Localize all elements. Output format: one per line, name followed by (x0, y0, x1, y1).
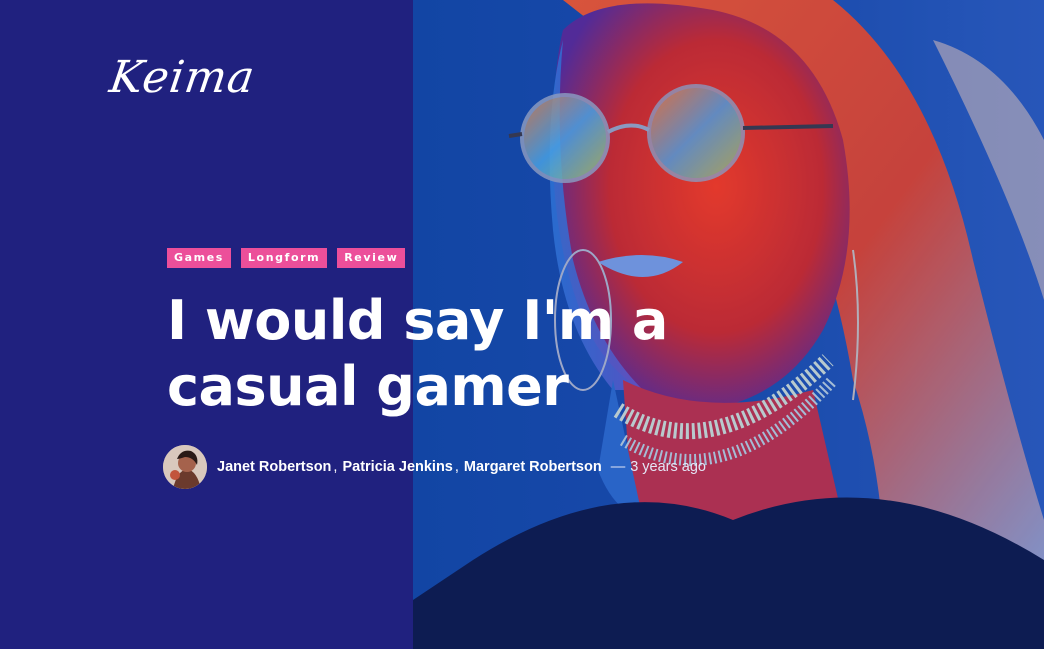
tag-list: Games Longform Review (167, 248, 867, 268)
tag-review[interactable]: Review (337, 248, 406, 268)
date-separator: — (610, 459, 626, 475)
author-separator: , (454, 459, 459, 475)
author-link-margaret-robertson[interactable]: Margaret Robertson (464, 459, 602, 475)
article-hero: Keima Games Longform Review I would say … (0, 0, 1044, 649)
author-link-patricia-jenkins[interactable]: Patricia Jenkins (342, 459, 452, 475)
tag-longform[interactable]: Longform (240, 248, 328, 268)
published-time: 3 years ago (630, 459, 706, 475)
author-avatar[interactable] (163, 445, 207, 489)
author-link-janet-robertson[interactable]: Janet Robertson (217, 459, 331, 475)
site-logo[interactable]: Keima (106, 52, 258, 103)
article-meta: Janet Robertson , Patricia Jenkins , Mar… (163, 445, 706, 489)
tag-games[interactable]: Games (167, 248, 231, 268)
article-header: Games Longform Review I would say I'm a … (167, 248, 867, 420)
author-separator: , (333, 459, 338, 475)
article-title: I would say I'm a casual gamer (167, 289, 668, 418)
